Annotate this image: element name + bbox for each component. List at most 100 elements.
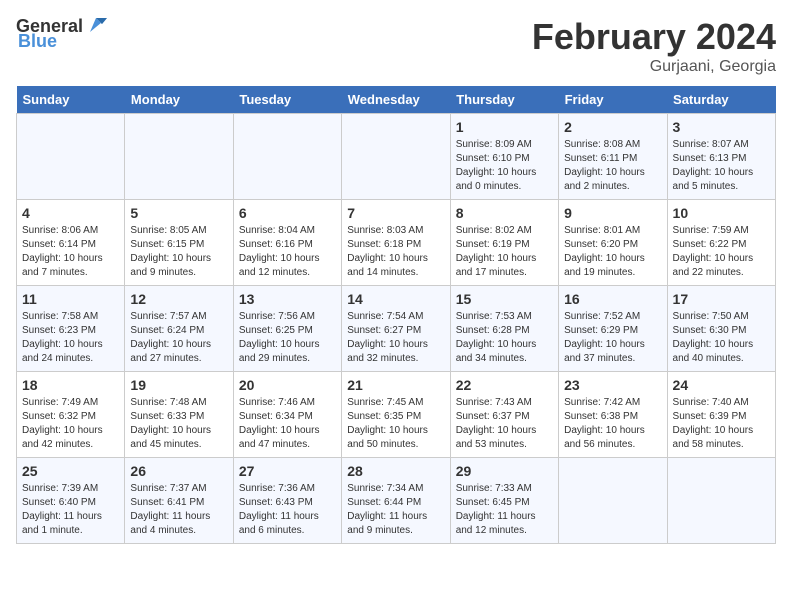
day-number: 10 [673,205,770,221]
calendar-week-5: 25 Sunrise: 7:39 AM Sunset: 6:40 PM Dayli… [17,458,776,544]
day-info: Sunrise: 7:45 AM Sunset: 6:35 PM Dayligh… [347,396,444,452]
calendar-cell-w2-d4: 7Sunrise: 8:03 AM Sunset: 6:18 PM Daylig… [342,200,450,286]
calendar-cell-w2-d6: 9 Sunrise: 8:01 AM Sunset: 6:20 PM Daylig… [559,200,667,286]
day-number: 3 [673,119,770,135]
day-info: Sunrise: 7:40 AM Sunset: 6:39 PM Dayligh… [673,396,770,452]
day-number: 26 [130,463,227,479]
day-number: 22 [456,377,553,393]
day-number: 24 [673,377,770,393]
day-number: 20 [239,377,336,393]
header: General Blue February 2024 Gurjaani, Geo… [16,16,776,76]
calendar-week-1: 1Sunrise: 8:09 AM Sunset: 6:10 PM Daylig… [17,114,776,200]
day-info: Sunrise: 7:34 AM Sunset: 6:44 PM Dayligh… [347,482,444,538]
calendar-cell-w4-d6: 23Sunrise: 7:42 AM Sunset: 6:38 PM Dayli… [559,372,667,458]
month-title: February 2024 [532,16,776,58]
calendar-week-2: 4Sunrise: 8:06 AM Sunset: 6:14 PM Daylig… [17,200,776,286]
day-number: 6 [239,205,336,221]
calendar-cell-w2-d3: 6 Sunrise: 8:04 AM Sunset: 6:16 PM Daylig… [233,200,341,286]
calendar-cell-w3-d6: 16 Sunrise: 7:52 AM Sunset: 6:29 PM Dayli… [559,286,667,372]
day-info: Sunrise: 7:59 AM Sunset: 6:22 PM Dayligh… [673,224,770,280]
day-number: 1 [456,119,553,135]
calendar-cell-w4-d7: 24 Sunrise: 7:40 AM Sunset: 6:39 PM Dayli… [667,372,775,458]
calendar-cell-w4-d2: 19 Sunrise: 7:48 AM Sunset: 6:33 PM Dayli… [125,372,233,458]
day-number: 19 [130,377,227,393]
day-info: Sunrise: 8:02 AM Sunset: 6:19 PM Dayligh… [456,224,553,280]
logo-icon [85,14,107,36]
day-number: 28 [347,463,444,479]
day-number: 9 [564,205,661,221]
calendar-cell-w2-d5: 8 Sunrise: 8:02 AM Sunset: 6:19 PM Daylig… [450,200,558,286]
day-info: Sunrise: 8:07 AM Sunset: 6:13 PM Dayligh… [673,138,770,194]
calendar-cell-w4-d4: 21 Sunrise: 7:45 AM Sunset: 6:35 PM Dayli… [342,372,450,458]
calendar-cell-w1-d6: 2 Sunrise: 8:08 AM Sunset: 6:11 PM Daylig… [559,114,667,200]
day-number: 17 [673,291,770,307]
calendar-cell-w4-d5: 22Sunrise: 7:43 AM Sunset: 6:37 PM Dayli… [450,372,558,458]
logo-blue-text: Blue [18,31,57,52]
day-number: 8 [456,205,553,221]
col-thursday: Thursday [450,86,558,114]
calendar-week-3: 11 Sunrise: 7:58 AM Sunset: 6:23 PM Dayli… [17,286,776,372]
calendar-week-4: 18 Sunrise: 7:49 AM Sunset: 6:32 PM Dayli… [17,372,776,458]
logo: General Blue [16,16,107,52]
calendar-cell-w5-d7 [667,458,775,544]
day-number: 2 [564,119,661,135]
day-info: Sunrise: 7:57 AM Sunset: 6:24 PM Dayligh… [130,310,227,366]
calendar-cell-w1-d4 [342,114,450,200]
day-info: Sunrise: 8:04 AM Sunset: 6:16 PM Dayligh… [239,224,336,280]
calendar-cell-w1-d2 [125,114,233,200]
calendar-cell-w5-d1: 25 Sunrise: 7:39 AM Sunset: 6:40 PM Dayli… [17,458,125,544]
day-info: Sunrise: 7:50 AM Sunset: 6:30 PM Dayligh… [673,310,770,366]
day-info: Sunrise: 7:36 AM Sunset: 6:43 PM Dayligh… [239,482,336,538]
day-number: 21 [347,377,444,393]
calendar-cell-w3-d5: 15 Sunrise: 7:53 AM Sunset: 6:28 PM Dayli… [450,286,558,372]
day-info: Sunrise: 7:48 AM Sunset: 6:33 PM Dayligh… [130,396,227,452]
calendar-cell-w3-d3: 13 Sunrise: 7:56 AM Sunset: 6:25 PM Dayli… [233,286,341,372]
location-subtitle: Gurjaani, Georgia [532,58,776,76]
day-info: Sunrise: 7:46 AM Sunset: 6:34 PM Dayligh… [239,396,336,452]
col-monday: Monday [125,86,233,114]
day-number: 23 [564,377,661,393]
calendar-cell-w1-d5: 1Sunrise: 8:09 AM Sunset: 6:10 PM Daylig… [450,114,558,200]
day-info: Sunrise: 8:01 AM Sunset: 6:20 PM Dayligh… [564,224,661,280]
calendar-cell-w2-d1: 4Sunrise: 8:06 AM Sunset: 6:14 PM Daylig… [17,200,125,286]
calendar-header-row: Sunday Monday Tuesday Wednesday Thursday… [17,86,776,114]
calendar-cell-w4-d1: 18 Sunrise: 7:49 AM Sunset: 6:32 PM Dayli… [17,372,125,458]
calendar-cell-w1-d7: 3 Sunrise: 8:07 AM Sunset: 6:13 PM Daylig… [667,114,775,200]
day-info: Sunrise: 7:52 AM Sunset: 6:29 PM Dayligh… [564,310,661,366]
calendar-table: Sunday Monday Tuesday Wednesday Thursday… [16,86,776,544]
day-number: 12 [130,291,227,307]
day-number: 29 [456,463,553,479]
day-info: Sunrise: 7:56 AM Sunset: 6:25 PM Dayligh… [239,310,336,366]
calendar-cell-w5-d5: 29 Sunrise: 7:33 AM Sunset: 6:45 PM Dayli… [450,458,558,544]
calendar-cell-w3-d1: 11 Sunrise: 7:58 AM Sunset: 6:23 PM Dayli… [17,286,125,372]
day-info: Sunrise: 8:05 AM Sunset: 6:15 PM Dayligh… [130,224,227,280]
day-number: 11 [22,291,119,307]
calendar-cell-w2-d7: 10 Sunrise: 7:59 AM Sunset: 6:22 PM Dayli… [667,200,775,286]
calendar-cell-w3-d2: 12 Sunrise: 7:57 AM Sunset: 6:24 PM Dayli… [125,286,233,372]
day-number: 18 [22,377,119,393]
day-number: 25 [22,463,119,479]
day-info: Sunrise: 7:33 AM Sunset: 6:45 PM Dayligh… [456,482,553,538]
col-tuesday: Tuesday [233,86,341,114]
title-area: February 2024 Gurjaani, Georgia [532,16,776,76]
day-number: 27 [239,463,336,479]
day-number: 5 [130,205,227,221]
col-saturday: Saturday [667,86,775,114]
day-info: Sunrise: 7:39 AM Sunset: 6:40 PM Dayligh… [22,482,119,538]
calendar-cell-w1-d1 [17,114,125,200]
col-wednesday: Wednesday [342,86,450,114]
day-number: 16 [564,291,661,307]
day-info: Sunrise: 7:58 AM Sunset: 6:23 PM Dayligh… [22,310,119,366]
day-number: 15 [456,291,553,307]
calendar-cell-w5-d4: 28 Sunrise: 7:34 AM Sunset: 6:44 PM Dayli… [342,458,450,544]
day-info: Sunrise: 8:08 AM Sunset: 6:11 PM Dayligh… [564,138,661,194]
day-info: Sunrise: 7:49 AM Sunset: 6:32 PM Dayligh… [22,396,119,452]
calendar-cell-w5-d2: 26 Sunrise: 7:37 AM Sunset: 6:41 PM Dayli… [125,458,233,544]
day-info: Sunrise: 7:53 AM Sunset: 6:28 PM Dayligh… [456,310,553,366]
day-info: Sunrise: 8:03 AM Sunset: 6:18 PM Dayligh… [347,224,444,280]
calendar-cell-w3-d7: 17 Sunrise: 7:50 AM Sunset: 6:30 PM Dayli… [667,286,775,372]
day-number: 13 [239,291,336,307]
day-info: Sunrise: 7:37 AM Sunset: 6:41 PM Dayligh… [130,482,227,538]
calendar-cell-w4-d3: 20 Sunrise: 7:46 AM Sunset: 6:34 PM Dayli… [233,372,341,458]
calendar-cell-w5-d6 [559,458,667,544]
